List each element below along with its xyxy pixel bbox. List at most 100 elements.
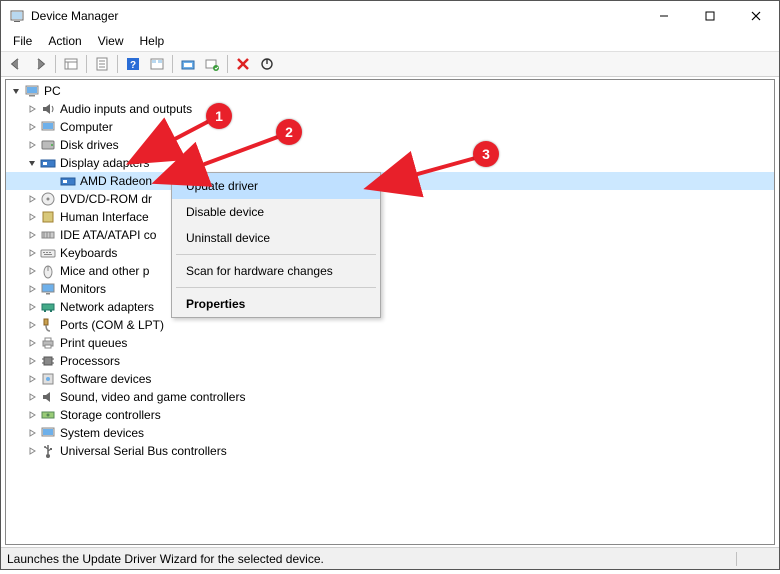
device-tree[interactable]: PC Audio inputs and outputs Computer Dis…: [6, 82, 774, 460]
tree-node[interactable]: Disk drives: [6, 136, 774, 154]
menu-help[interactable]: Help: [132, 32, 173, 50]
monitor-icon: [40, 281, 56, 297]
tree-node[interactable]: Storage controllers: [6, 406, 774, 424]
chevron-right-icon[interactable]: [26, 265, 38, 277]
context-menu: Update driver Disable device Uninstall d…: [171, 172, 381, 318]
tree-node[interactable]: Software devices: [6, 370, 774, 388]
tree-root-label: PC: [44, 82, 61, 100]
tree-node-label: Print queues: [60, 334, 127, 352]
chevron-right-icon[interactable]: [26, 355, 38, 367]
chevron-right-icon[interactable]: [26, 373, 38, 385]
disable-button[interactable]: [256, 53, 278, 75]
tree-root[interactable]: PC: [6, 82, 774, 100]
toolbar-sep: [86, 55, 87, 73]
tree-node[interactable]: Keyboards: [6, 244, 774, 262]
chevron-right-icon[interactable]: [26, 139, 38, 151]
context-menu-disable-device[interactable]: Disable device: [172, 199, 380, 225]
tree-node[interactable]: DVD/CD-ROM dr: [6, 190, 774, 208]
toolbar-sep: [55, 55, 56, 73]
statusbar: Launches the Update Driver Wizard for th…: [1, 547, 779, 569]
chevron-right-icon[interactable]: [26, 427, 38, 439]
menubar: File Action View Help: [1, 31, 779, 51]
chevron-right-icon[interactable]: [26, 301, 38, 313]
computer-icon: [24, 83, 40, 99]
display-adapter-icon: [60, 173, 76, 189]
maximize-button[interactable]: [687, 1, 733, 31]
tree-node-label: Universal Serial Bus controllers: [60, 442, 227, 460]
tree-node-amd-radeon[interactable]: AMD Radeon: [6, 172, 774, 190]
tree-node[interactable]: Sound, video and game controllers: [6, 388, 774, 406]
toolbar: ?: [1, 51, 779, 77]
chevron-right-icon[interactable]: [26, 409, 38, 421]
app-window: Device Manager File Action View Help ?: [0, 0, 780, 570]
sound-icon: [40, 389, 56, 405]
tree-node[interactable]: Print queues: [6, 334, 774, 352]
chevron-down-icon[interactable]: [26, 157, 38, 169]
chevron-right-icon[interactable]: [26, 283, 38, 295]
tree-node-label: IDE ATA/ATAPI co: [60, 226, 156, 244]
chevron-right-icon[interactable]: [26, 391, 38, 403]
tree-node-label: Ports (COM & LPT): [60, 316, 164, 334]
tree-node-label: DVD/CD-ROM dr: [60, 190, 152, 208]
menu-action[interactable]: Action: [40, 32, 89, 50]
back-button[interactable]: [5, 53, 27, 75]
chevron-right-icon[interactable]: [26, 445, 38, 457]
tree-node-label: Display adapters: [60, 154, 149, 172]
chevron-down-icon[interactable]: [10, 85, 22, 97]
keyboard-icon: [40, 245, 56, 261]
view-mode-button[interactable]: [146, 53, 168, 75]
context-menu-properties[interactable]: Properties: [172, 291, 380, 317]
context-menu-scan-changes[interactable]: Scan for hardware changes: [172, 258, 380, 284]
properties-button[interactable]: [91, 53, 113, 75]
disk-icon: [40, 137, 56, 153]
tree-node[interactable]: Audio inputs and outputs: [6, 100, 774, 118]
chevron-right-icon[interactable]: [26, 103, 38, 115]
context-menu-update-driver[interactable]: Update driver: [172, 173, 380, 199]
tree-node-label: Keyboards: [60, 244, 117, 262]
storage-icon: [40, 407, 56, 423]
menu-file[interactable]: File: [5, 32, 40, 50]
context-menu-uninstall-device[interactable]: Uninstall device: [172, 225, 380, 251]
menu-view[interactable]: View: [90, 32, 132, 50]
window-title: Device Manager: [31, 9, 641, 23]
tree-node[interactable]: Processors: [6, 352, 774, 370]
tree-node[interactable]: Monitors: [6, 280, 774, 298]
minimize-button[interactable]: [641, 1, 687, 31]
chevron-right-icon[interactable]: [26, 121, 38, 133]
help-button[interactable]: ?: [122, 53, 144, 75]
tree-node[interactable]: Mice and other p: [6, 262, 774, 280]
mouse-icon: [40, 263, 56, 279]
titlebar: Device Manager: [1, 1, 779, 31]
device-tree-panel: PC Audio inputs and outputs Computer Dis…: [5, 79, 775, 545]
tree-node[interactable]: Ports (COM & LPT): [6, 316, 774, 334]
tree-node[interactable]: Network adapters: [6, 298, 774, 316]
chevron-right-icon[interactable]: [26, 193, 38, 205]
update-driver-button[interactable]: [177, 53, 199, 75]
context-menu-sep: [176, 254, 376, 255]
tree-node[interactable]: Universal Serial Bus controllers: [6, 442, 774, 460]
show-hidden-button[interactable]: [60, 53, 82, 75]
chevron-right-icon[interactable]: [26, 337, 38, 349]
tree-node[interactable]: System devices: [6, 424, 774, 442]
chevron-right-icon[interactable]: [26, 247, 38, 259]
app-icon: [9, 8, 25, 24]
processor-icon: [40, 353, 56, 369]
usb-icon: [40, 443, 56, 459]
chevron-right-icon[interactable]: [26, 229, 38, 241]
context-menu-sep: [176, 287, 376, 288]
tree-node-label: Network adapters: [60, 298, 154, 316]
forward-button[interactable]: [29, 53, 51, 75]
uninstall-button[interactable]: [232, 53, 254, 75]
scan-hardware-button[interactable]: [201, 53, 223, 75]
chevron-right-icon[interactable]: [26, 211, 38, 223]
close-button[interactable]: [733, 1, 779, 31]
tree-node[interactable]: Computer: [6, 118, 774, 136]
dvd-icon: [40, 191, 56, 207]
window-buttons: [641, 1, 779, 31]
chevron-right-icon[interactable]: [26, 319, 38, 331]
tree-node[interactable]: IDE ATA/ATAPI co: [6, 226, 774, 244]
tree-node-display-adapters[interactable]: Display adapters: [6, 154, 774, 172]
toolbar-sep: [227, 55, 228, 73]
tree-node[interactable]: Human Interface: [6, 208, 774, 226]
tree-node-label: Mice and other p: [60, 262, 149, 280]
